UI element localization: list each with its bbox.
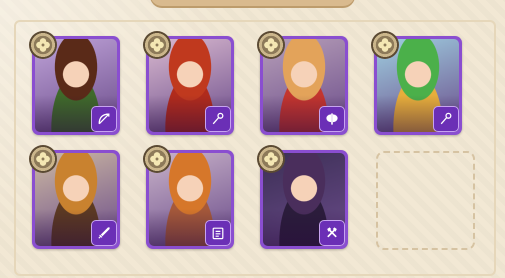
clover-icon <box>29 31 57 59</box>
sword-icon <box>91 220 117 246</box>
axe-icon <box>319 106 345 132</box>
bow-icon <box>91 106 117 132</box>
spellbook-icon <box>205 220 231 246</box>
magic-staff-icon <box>205 106 231 132</box>
clover-icon <box>143 145 171 173</box>
hero-card[interactable] <box>143 31 234 135</box>
hero-card[interactable] <box>29 31 120 135</box>
clover-icon <box>257 145 285 173</box>
crossed-hammers-icon <box>319 220 345 246</box>
clover-icon <box>143 31 171 59</box>
hero-card[interactable] <box>257 145 348 249</box>
hero-card[interactable] <box>29 145 120 249</box>
hero-card[interactable] <box>257 31 348 135</box>
clover-icon <box>257 31 285 59</box>
panel-top-tab <box>150 0 355 6</box>
clover-icon <box>29 145 57 173</box>
magic-staff-icon <box>433 106 459 132</box>
hero-card[interactable] <box>371 31 462 135</box>
empty-hero-slot[interactable] <box>376 151 475 250</box>
clover-icon <box>371 31 399 59</box>
hero-card[interactable] <box>143 145 234 249</box>
